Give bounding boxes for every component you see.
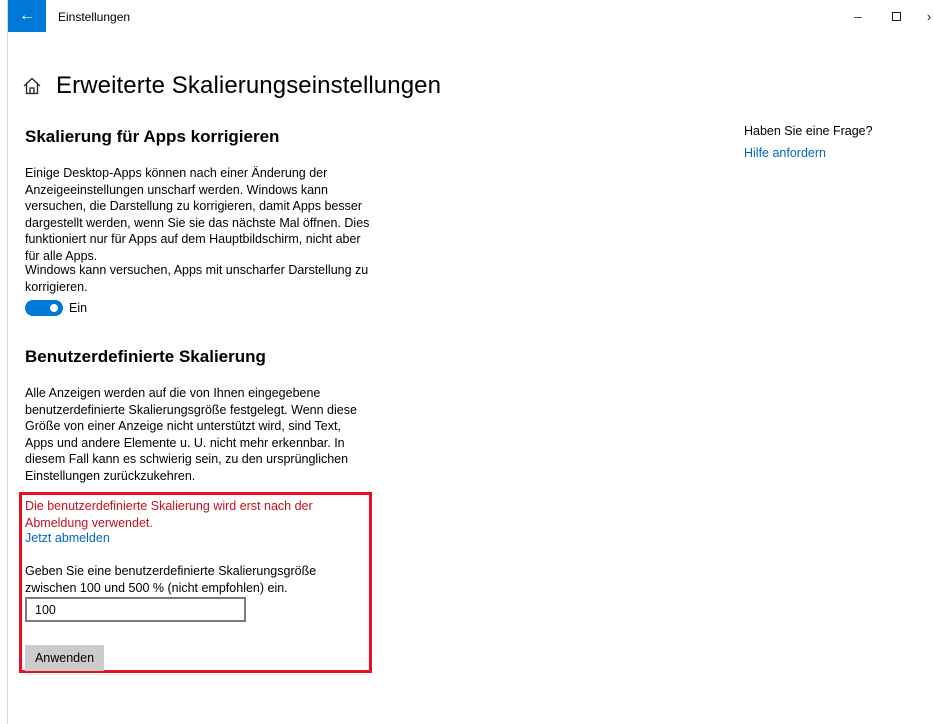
window-left-border (7, 0, 8, 724)
fix-apps-heading: Skalierung für Apps korrigieren (25, 127, 280, 146)
custom-scaling-heading: Benutzerdefinierte Skalierung (25, 347, 266, 366)
help-question: Haben Sie eine Frage? (744, 124, 873, 138)
toggle-knob (50, 304, 58, 312)
apply-button[interactable]: Anwenden (25, 645, 104, 671)
custom-scaling-description: Alle Anzeigen werden auf die von Ihnen e… (25, 386, 357, 483)
page-header: Erweiterte Skalierungseinstellungen (22, 72, 441, 100)
minimize-button[interactable]: – (848, 6, 868, 26)
arrow-left-icon: ← (19, 7, 35, 24)
get-help-link[interactable]: Hilfe anfordern (744, 146, 826, 160)
minimize-icon: – (854, 8, 862, 24)
fix-apps-toggle-state: Ein (69, 301, 88, 315)
title-bar: ← Einstellungen – › (0, 0, 933, 32)
fix-apps-toggle[interactable] (25, 300, 63, 316)
maximize-icon (891, 11, 901, 21)
custom-scaling-input-prompt: Geben Sie eine benutzerdefinierte Skalie… (25, 564, 317, 595)
custom-scaling-warning: Die benutzerdefinierte Skalierung wird e… (25, 499, 313, 530)
close-button[interactable]: › (919, 6, 933, 26)
fix-apps-toggle-caption: Windows kann versuchen, Apps mit unschar… (25, 263, 369, 294)
custom-scaling-input[interactable] (25, 597, 246, 622)
fix-apps-description: Einige Desktop-Apps können nach einer Än… (25, 166, 370, 263)
window-title: Einstellungen (58, 10, 131, 24)
close-icon: › (926, 8, 932, 24)
maximize-button[interactable] (886, 6, 906, 26)
page-title: Erweiterte Skalierungseinstellungen (56, 72, 442, 99)
back-button[interactable]: ← (8, 0, 46, 32)
logout-now-link[interactable]: Jetzt abmelden (25, 530, 110, 546)
home-icon[interactable] (22, 75, 44, 97)
